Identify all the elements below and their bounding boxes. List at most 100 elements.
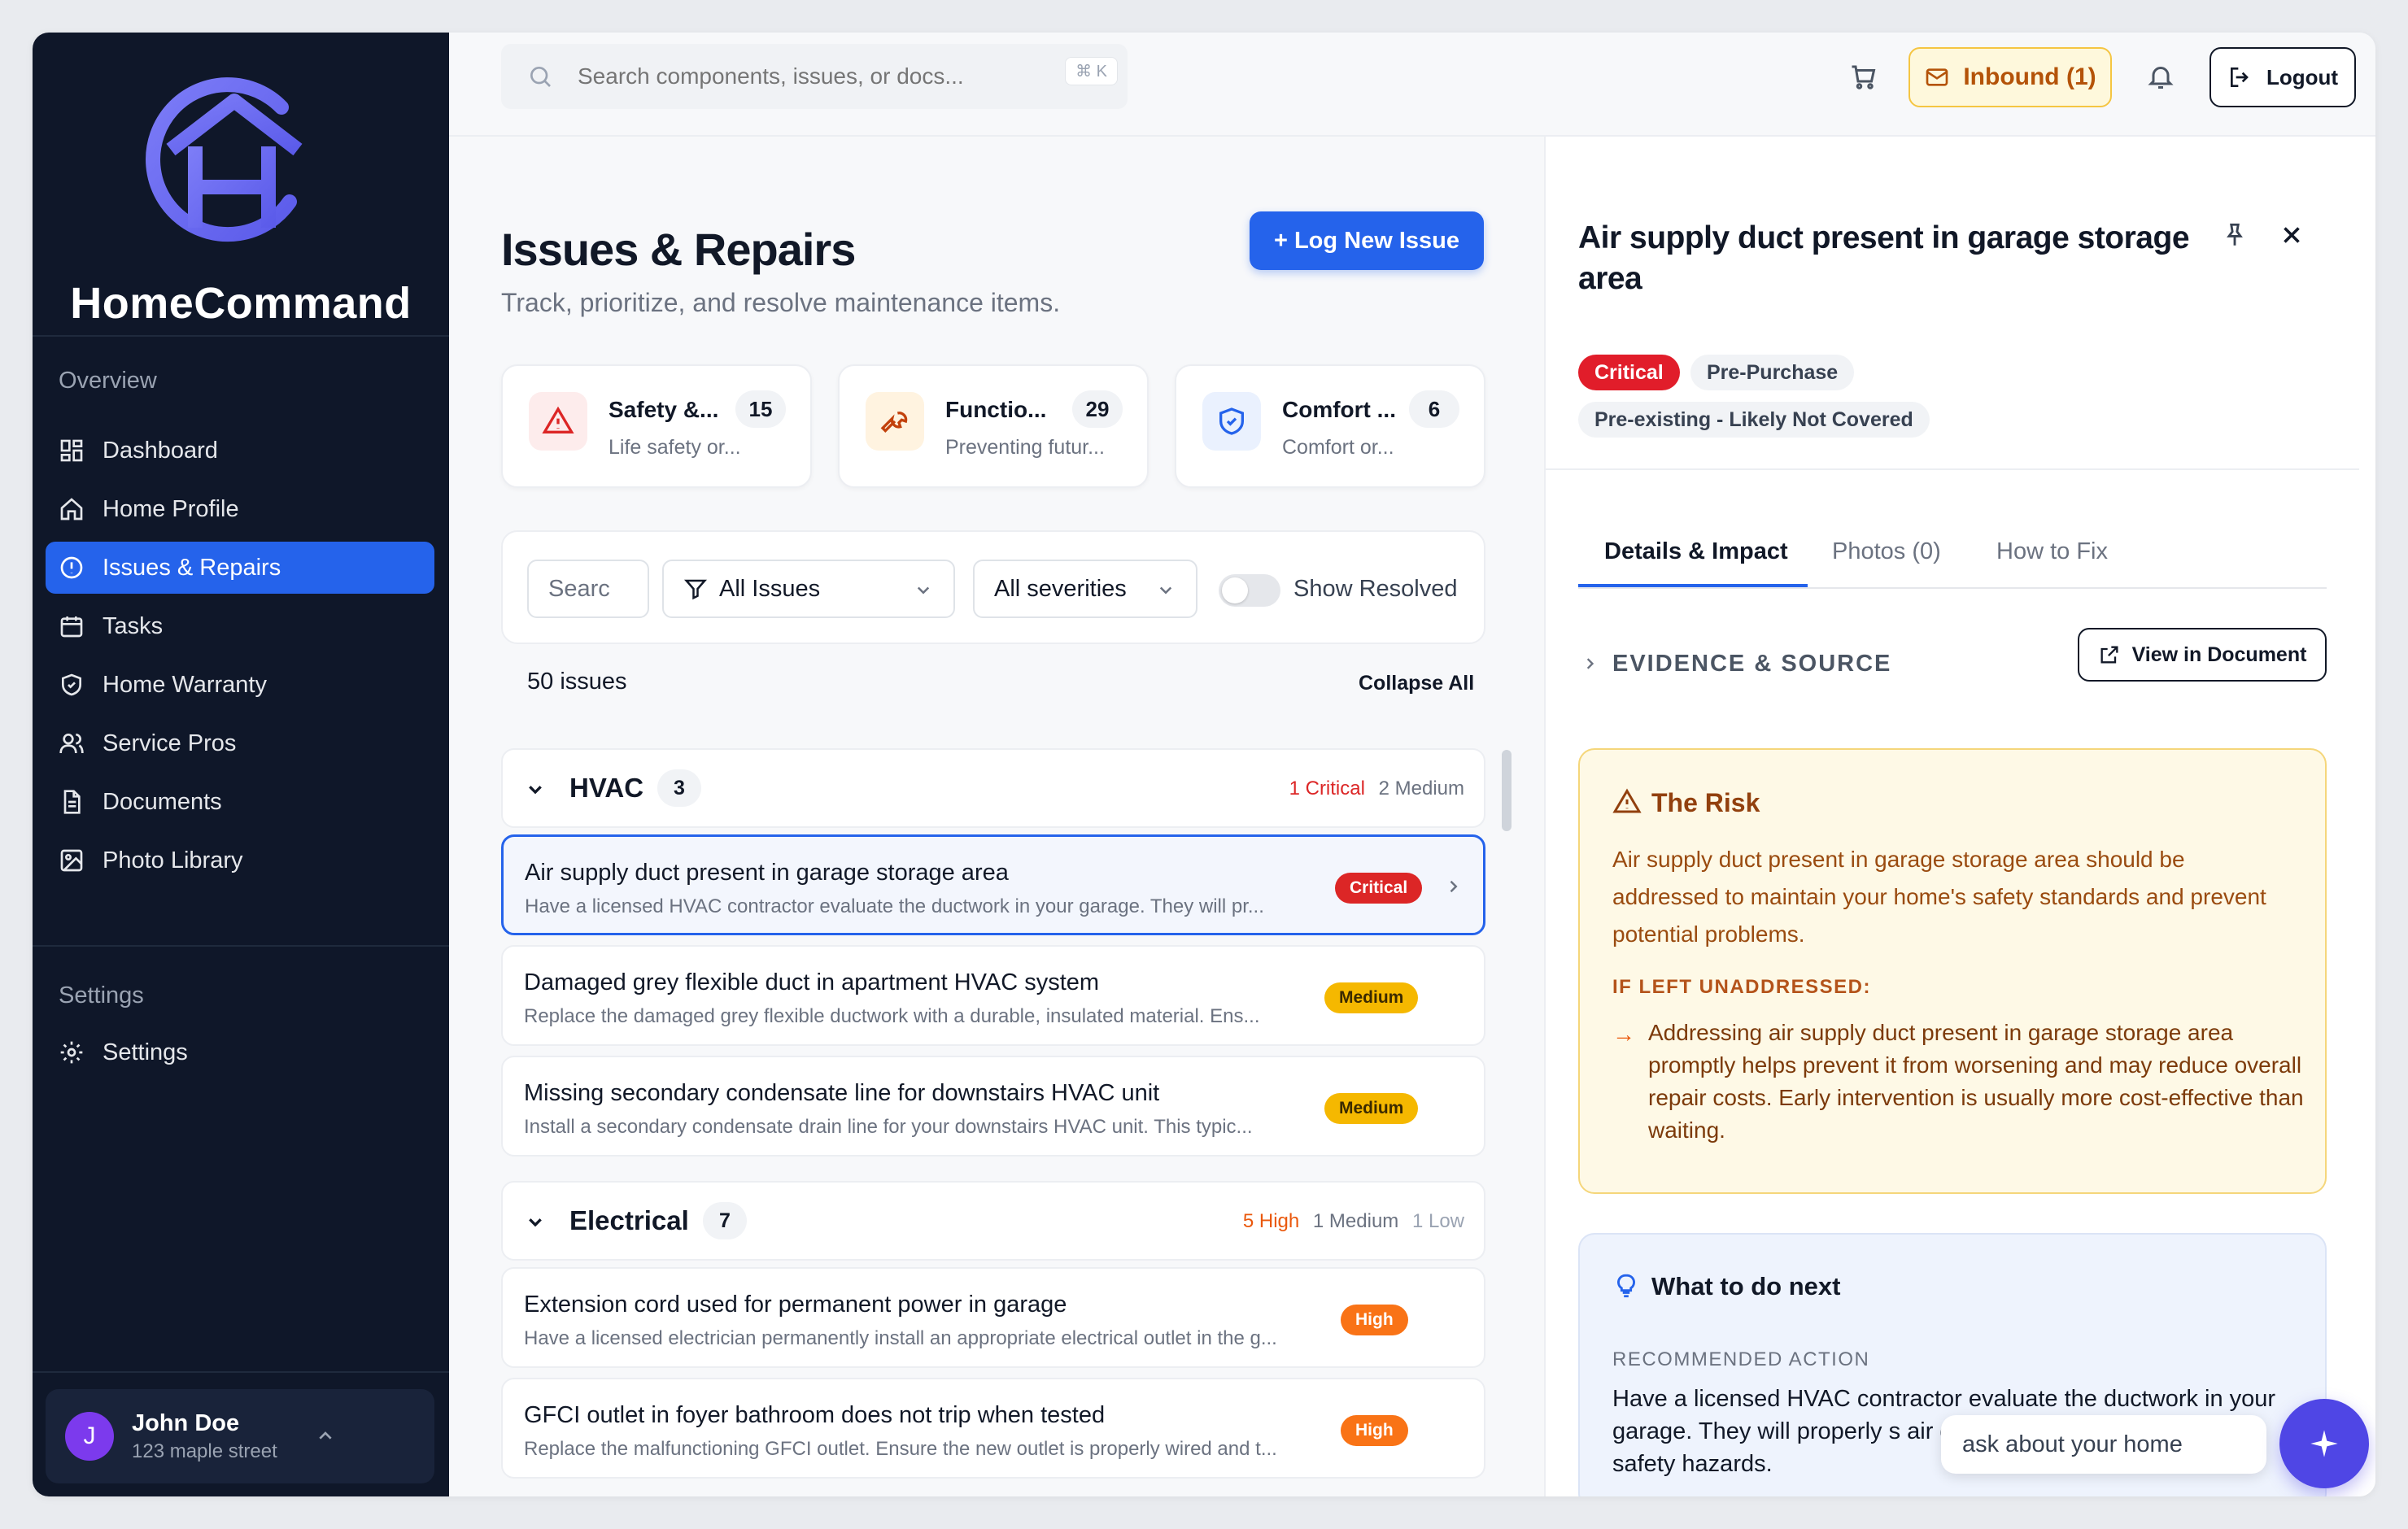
chevron-up-icon: [319, 1431, 332, 1440]
summary-low: 1 Low: [1411, 1210, 1464, 1232]
issue-description: Have a licensed HVAC contractor evaluate…: [525, 895, 1264, 917]
issue-description: Have a licensed electrician permanently …: [524, 1327, 1277, 1349]
risk-card: The Risk Air supply duct present in gara…: [1578, 748, 2327, 1194]
inbound-button[interactable]: Inbound (1): [1909, 47, 2112, 107]
close-icon[interactable]: [2278, 221, 2305, 249]
group-header-hvac[interactable]: HVAC 3 1 Critical 2 Medium: [501, 748, 1485, 828]
issue-row[interactable]: Air supply duct present in garage storag…: [501, 834, 1485, 935]
assistant-prompt[interactable]: ask about your home: [1941, 1415, 2266, 1474]
risk-body: Air supply duct present in garage storag…: [1612, 847, 2266, 947]
group-header-electrical[interactable]: Electrical 7 5 High 1 Medium 1 Low: [501, 1181, 1485, 1261]
sidebar-item-dashboard[interactable]: Dashboard: [46, 425, 434, 477]
brand-name: HomeCommand: [70, 279, 412, 328]
stat-icon-bg: [529, 392, 587, 451]
search-input[interactable]: [578, 63, 1033, 89]
assistant-button[interactable]: [2279, 1399, 2369, 1488]
shield-check-icon: [1219, 407, 1244, 435]
group-name: Electrical: [569, 1205, 689, 1235]
issue-row[interactable]: Missing secondary condensate line for do…: [501, 1056, 1485, 1157]
shortcut-hint: ⌘ K: [1065, 57, 1118, 85]
severity-badge: Critical: [1335, 873, 1423, 904]
stat-card-comfort[interactable]: Comfort ... 6 Comfort or...: [1175, 364, 1485, 488]
grid-icon: [60, 439, 83, 462]
inbound-label: Inbound: [1963, 63, 2060, 90]
sidebar-item-photo-library[interactable]: Photo Library: [46, 834, 434, 886]
show-resolved-label: Show Resolved: [1293, 576, 1458, 602]
issue-title: Missing secondary condensate line for do…: [524, 1080, 1160, 1106]
filter-icon: [683, 579, 708, 600]
severity-badge: Medium: [1324, 982, 1419, 1013]
severity-badge: High: [1341, 1415, 1408, 1446]
pin-icon[interactable]: [2221, 221, 2249, 249]
sidebar-item-service-pros[interactable]: Service Pros: [46, 717, 434, 769]
tag-pre-purchase: Pre-Purchase: [1690, 355, 1855, 390]
sidebar-item-label: Settings: [103, 1039, 188, 1065]
stat-card-functional[interactable]: Functio... 29 Preventing futur...: [838, 364, 1149, 488]
cart-icon[interactable]: [1848, 62, 1878, 91]
sidebar-item-tasks[interactable]: Tasks: [46, 600, 434, 652]
stat-icon-bg: [1202, 392, 1261, 451]
summary-medium: 1 Medium: [1312, 1210, 1399, 1232]
calendar-icon: [60, 616, 83, 638]
severity-badge: Medium: [1324, 1093, 1419, 1124]
issue-title: Extension cord used for permanent power …: [524, 1292, 1067, 1318]
tab-how-to-fix[interactable]: How to Fix: [1996, 538, 2108, 565]
chevron-right-icon: [1450, 880, 1458, 893]
severity-badge: High: [1341, 1305, 1408, 1335]
document-icon: [63, 790, 81, 814]
severity-select[interactable]: All severities: [973, 560, 1197, 618]
chevron-down-icon: [1159, 586, 1172, 595]
tab-details-impact[interactable]: Details & Impact: [1604, 538, 1788, 565]
sidebar-divider: [33, 335, 449, 337]
sidebar-item-settings[interactable]: Settings: [46, 1026, 434, 1078]
sidebar-item-label: Home Warranty: [103, 671, 267, 698]
stat-card-safety[interactable]: Safety &... 15 Life safety or...: [501, 364, 812, 488]
user-menu[interactable]: J John Doe 123 maple street: [46, 1389, 434, 1483]
stat-name: Safety &...: [609, 397, 719, 422]
sidebar-item-home-warranty[interactable]: Home Warranty: [46, 659, 434, 711]
logout-button[interactable]: Logout: [2210, 47, 2356, 107]
sidebar-item-home-profile[interactable]: Home Profile: [46, 483, 434, 535]
global-search[interactable]: ⌘ K: [501, 44, 1128, 109]
issue-description: Install a secondary condensate drain lin…: [524, 1116, 1253, 1138]
risk-title-text: The Risk: [1651, 788, 1760, 817]
sidebar-item-label: Documents: [103, 788, 222, 815]
gear-icon: [60, 1041, 83, 1064]
list-scrollbar[interactable]: [1502, 750, 1512, 831]
homecommand-logo-icon: [146, 77, 303, 242]
collapse-all-button[interactable]: Collapse All: [1359, 672, 1474, 695]
chevron-right-icon[interactable]: [1578, 652, 1601, 675]
issue-type-select[interactable]: All Issues: [662, 560, 955, 618]
stat-desc: Comfort or...: [1282, 436, 1394, 459]
sidebar-item-issues-repairs[interactable]: Issues & Repairs: [46, 542, 434, 594]
user-name: John Doe: [132, 1409, 240, 1436]
warning-triangle-icon: [542, 406, 574, 433]
issue-search-input[interactable]: Searc: [527, 560, 649, 618]
sparkle-icon: [2310, 1430, 2338, 1457]
arrow-right-icon: →: [1612, 1022, 1635, 1047]
top-bar: ⌘ K Inbound (1) Logout: [449, 33, 2375, 137]
user-address: 123 maple street: [132, 1440, 277, 1462]
evidence-source-toggle[interactable]: EVIDENCE & SOURCE: [1612, 651, 1891, 677]
chevron-down-icon: [529, 1218, 542, 1227]
issue-row[interactable]: Damaged grey flexible duct in apartment …: [501, 945, 1485, 1046]
issue-row[interactable]: GFCI outlet in foyer bathroom does not t…: [501, 1378, 1485, 1479]
active-tab-indicator: [1578, 584, 1808, 587]
issue-row[interactable]: Extension cord used for permanent power …: [501, 1267, 1485, 1368]
page-title: Issues & Repairs: [501, 224, 856, 275]
logo[interactable]: HomeCommand: [33, 65, 449, 328]
view-in-document-button[interactable]: View in Document: [2078, 628, 2327, 682]
view-in-document-label: View in Document: [2131, 643, 2307, 666]
tab-photos[interactable]: Photos (0): [1832, 538, 1941, 565]
mail-icon: [1926, 68, 1948, 86]
summary-high: 5 High: [1242, 1210, 1300, 1232]
next-steps-title-text: What to do next: [1651, 1272, 1841, 1300]
issue-type-value: All Issues: [719, 575, 821, 602]
show-resolved-toggle[interactable]: [1219, 574, 1280, 607]
bell-icon[interactable]: [2146, 62, 2175, 91]
log-new-issue-button[interactable]: + Log New Issue: [1250, 211, 1484, 270]
detail-divider: [1546, 468, 2359, 470]
stat-desc: Life safety or...: [609, 436, 741, 459]
section-settings: Settings: [59, 982, 144, 1008]
sidebar-item-documents[interactable]: Documents: [46, 776, 434, 828]
